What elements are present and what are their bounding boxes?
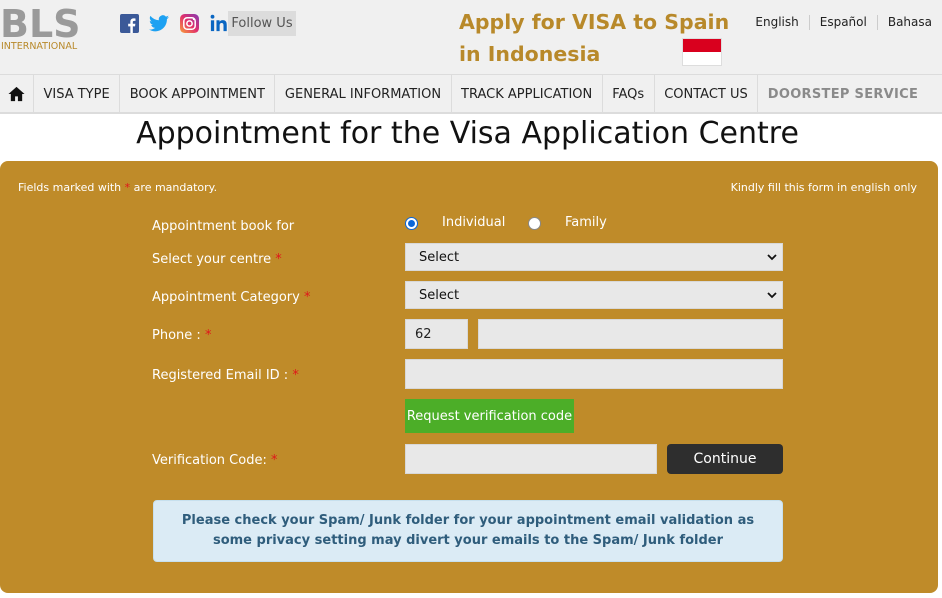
appointment-form: Fields marked with * are mandatory. Kind… (0, 161, 938, 593)
nav-track-application[interactable]: TRACK APPLICATION (452, 75, 603, 113)
lang-bahasa[interactable]: Bahasa (876, 15, 932, 30)
lang-espanol[interactable]: Español (808, 15, 877, 30)
linkedin-icon[interactable] (208, 12, 230, 34)
spam-folder-alert: Please check your Spam/ Junk folder for … (153, 500, 783, 562)
phone-code-input[interactable]: 62 (405, 319, 468, 349)
family-label[interactable]: Family (565, 215, 607, 230)
phone-label: Phone : * (152, 328, 212, 343)
radio-family[interactable] (528, 217, 541, 230)
english-only-note: Kindly fill this form in english only (730, 181, 917, 194)
centre-label: Select your centre * (152, 252, 282, 267)
follow-us-button[interactable]: Follow Us (228, 11, 296, 36)
request-verification-code-button[interactable]: Request verification code (405, 399, 574, 433)
language-switcher: English Español Bahasa (745, 15, 932, 30)
instagram-icon[interactable] (178, 12, 200, 34)
main-nav: VISA TYPE BOOK APPOINTMENT GENERAL INFOR… (0, 74, 942, 114)
continue-button[interactable]: Continue (667, 444, 783, 474)
chevron-down-icon (767, 254, 777, 261)
centre-select[interactable]: Select (405, 243, 783, 271)
nav-visa-type[interactable]: VISA TYPE (34, 75, 121, 113)
radio-individual[interactable] (405, 217, 418, 230)
nav-faqs[interactable]: FAQs (603, 75, 655, 113)
phone-number-input[interactable] (478, 319, 783, 349)
nav-contact-us[interactable]: CONTACT US (655, 75, 759, 113)
social-links (118, 12, 230, 34)
bls-logo[interactable]: BLS INTERNATIONAL (0, 3, 84, 51)
home-icon (8, 86, 25, 102)
lang-english[interactable]: English (745, 15, 808, 30)
twitter-icon[interactable] (148, 12, 170, 34)
nav-doorstep-service[interactable]: DOORSTEP SERVICE (758, 75, 927, 113)
email-label: Registered Email ID : * (152, 368, 299, 383)
verification-code-input[interactable] (405, 444, 657, 474)
individual-label[interactable]: Individual (442, 215, 505, 230)
nav-book-appointment[interactable]: BOOK APPOINTMENT (120, 75, 276, 113)
category-label: Appointment Category * (152, 290, 311, 305)
book-for-label: Appointment book for (152, 219, 295, 234)
email-input[interactable] (405, 359, 783, 389)
mandatory-note: Fields marked with * are mandatory. (18, 181, 218, 194)
facebook-icon[interactable] (118, 12, 140, 34)
site-header: BLS INTERNATIONAL Follow Us Apply for VI… (0, 0, 942, 74)
nav-general-information[interactable]: GENERAL INFORMATION (275, 75, 452, 113)
chevron-down-icon (767, 292, 777, 299)
category-select[interactable]: Select (405, 281, 783, 309)
page-title: Appointment for the Visa Application Cen… (136, 116, 799, 151)
nav-home[interactable] (0, 75, 34, 113)
svg-text:BLS: BLS (0, 3, 81, 46)
svg-text:INTERNATIONAL: INTERNATIONAL (1, 41, 78, 51)
verification-label: Verification Code: * (152, 453, 278, 468)
indonesia-flag-icon (682, 38, 722, 66)
